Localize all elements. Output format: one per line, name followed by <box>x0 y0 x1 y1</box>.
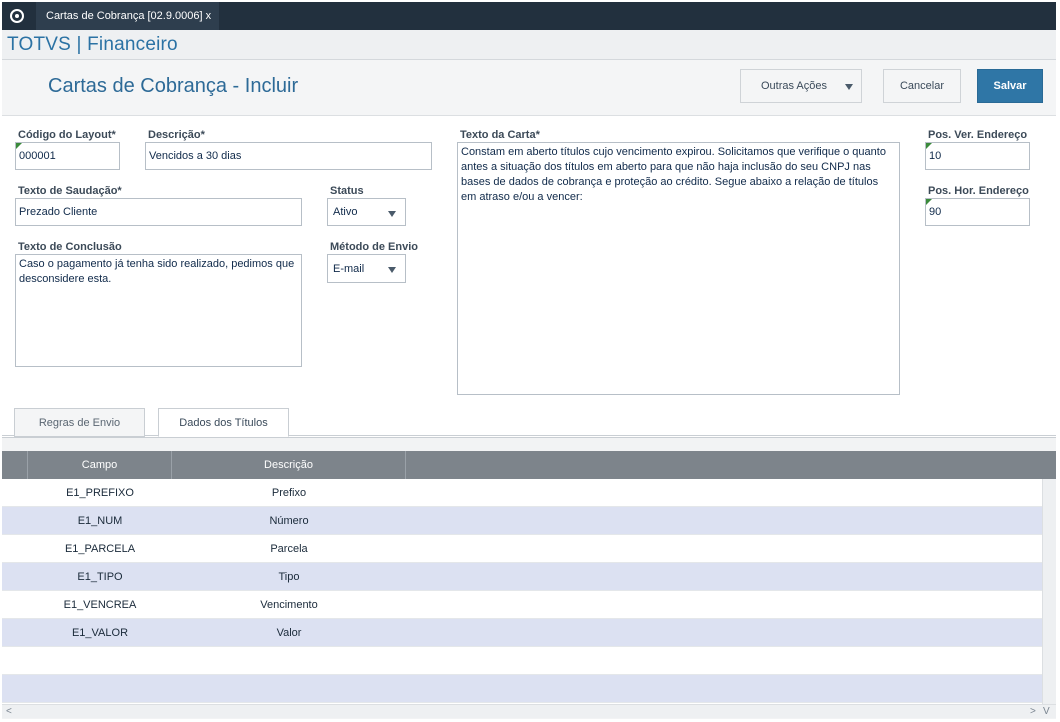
titles-grid: Campo Descrição E1_PREFIXO Prefixo E1_NU… <box>2 437 1056 719</box>
send-method-select[interactable]: E-mail <box>327 254 406 283</box>
greeting-text-field[interactable]: Prezado Cliente <box>15 198 302 226</box>
cell-descricao: Número <box>269 515 309 527</box>
cell-campo: E1_NUM <box>77 515 123 527</box>
vertical-address-position-field[interactable]: 10 <box>925 142 1030 170</box>
empty-row[interactable] <box>2 647 1042 675</box>
table-row[interactable]: E1_VALOR Valor <box>2 619 1042 647</box>
scroll-right-icon[interactable]: > <box>1030 705 1036 718</box>
send-method-label: Método de Envio <box>330 241 418 253</box>
description-field[interactable]: Vencidos a 30 dias <box>145 142 432 170</box>
layout-code-label: Código do Layout* <box>18 129 116 141</box>
window-titlebar: Cartas de Cobrança [02.9.0006] x <box>2 2 1056 30</box>
conclusion-text-area[interactable]: Caso o pagamento já tenha sido realizado… <box>15 254 302 367</box>
cell-descricao: Tipo <box>278 571 300 583</box>
chevron-down-icon <box>845 84 853 90</box>
horizontal-address-position-label: Pos. Hor. Endereço <box>928 185 1029 197</box>
tab-regras-de-envio[interactable]: Regras de Envio <box>14 408 145 437</box>
table-row[interactable]: E1_NUM Número <box>2 507 1042 535</box>
other-actions-label: Outras Ações <box>760 80 828 92</box>
greeting-text-value: Prezado Cliente <box>19 206 98 218</box>
brand-title: TOTVS | Financeiro <box>7 34 178 55</box>
brand-bar: TOTVS | Financeiro <box>2 30 1056 60</box>
conclusion-text-label: Texto de Conclusão <box>18 241 122 253</box>
status-label: Status <box>330 185 364 197</box>
cancel-button[interactable]: Cancelar <box>883 69 961 103</box>
horizontal-scrollbar[interactable]: < > V <box>2 704 1056 718</box>
window-tab[interactable]: Cartas de Cobrança [02.9.0006] x <box>36 2 220 30</box>
grid-select-column[interactable] <box>2 451 28 479</box>
grid-header-descricao[interactable]: Descrição <box>172 451 406 479</box>
letter-text-area[interactable]: Constam em aberto títulos cujo venciment… <box>457 142 900 395</box>
description-label: Descrição* <box>148 129 205 141</box>
cell-descricao: Vencimento <box>260 599 318 611</box>
cell-descricao: Prefixo <box>271 487 307 499</box>
layout-code-value: 000001 <box>19 150 56 162</box>
scroll-down-icon[interactable]: V <box>1043 705 1050 718</box>
page-header: Cartas de Cobrança - Incluir Outras Açõe… <box>2 60 1056 116</box>
layout-code-field[interactable]: 000001 <box>15 142 120 170</box>
vertical-address-position-value: 10 <box>929 150 942 162</box>
horizontal-address-position-field[interactable]: 90 <box>925 198 1030 226</box>
send-method-value: E-mail <box>333 262 365 275</box>
tab-dados-dos-titulos[interactable]: Dados dos Títulos <box>158 408 289 437</box>
page-title: Cartas de Cobrança - Incluir <box>48 75 299 97</box>
cell-campo: E1_TIPO <box>77 571 123 583</box>
cell-campo: E1_PREFIXO <box>66 487 134 499</box>
grid-header-campo[interactable]: Campo <box>28 451 172 479</box>
app-logo-icon[interactable] <box>10 9 24 23</box>
empty-row[interactable] <box>2 675 1042 703</box>
grid-header: Campo Descrição <box>2 451 1056 479</box>
table-row[interactable]: E1_VENCREA Vencimento <box>2 591 1042 619</box>
letter-text-label: Texto da Carta* <box>460 129 540 141</box>
cell-campo: E1_PARCELA <box>64 543 136 555</box>
vertical-scrollbar[interactable] <box>1042 479 1056 704</box>
greeting-text-label: Texto de Saudação* <box>18 185 122 197</box>
horizontal-address-position-value: 90 <box>929 206 942 218</box>
save-button[interactable]: Salvar <box>977 69 1043 103</box>
vertical-address-position-label: Pos. Ver. Endereço <box>928 129 1028 141</box>
other-actions-button[interactable]: Outras Ações <box>740 69 862 103</box>
cell-campo: E1_VENCREA <box>63 599 137 611</box>
cell-descricao: Valor <box>276 627 302 639</box>
chevron-down-icon <box>388 267 396 273</box>
chevron-down-icon <box>388 211 396 217</box>
scroll-left-icon[interactable]: < <box>6 705 12 718</box>
grid-body: E1_PREFIXO Prefixo E1_NUM Número E1_PARC… <box>2 479 1042 704</box>
description-value: Vencidos a 30 dias <box>149 150 242 162</box>
cell-descricao: Parcela <box>270 543 308 555</box>
status-value: Ativo <box>333 206 358 218</box>
table-row[interactable]: E1_PARCELA Parcela <box>2 535 1042 563</box>
table-row[interactable]: E1_TIPO Tipo <box>2 563 1042 591</box>
table-row[interactable]: E1_PREFIXO Prefixo <box>2 479 1042 507</box>
tab-strip: Regras de Envio Dados dos Títulos <box>2 408 1056 437</box>
status-select[interactable]: Ativo <box>327 198 406 226</box>
cell-campo: E1_VALOR <box>71 627 129 639</box>
